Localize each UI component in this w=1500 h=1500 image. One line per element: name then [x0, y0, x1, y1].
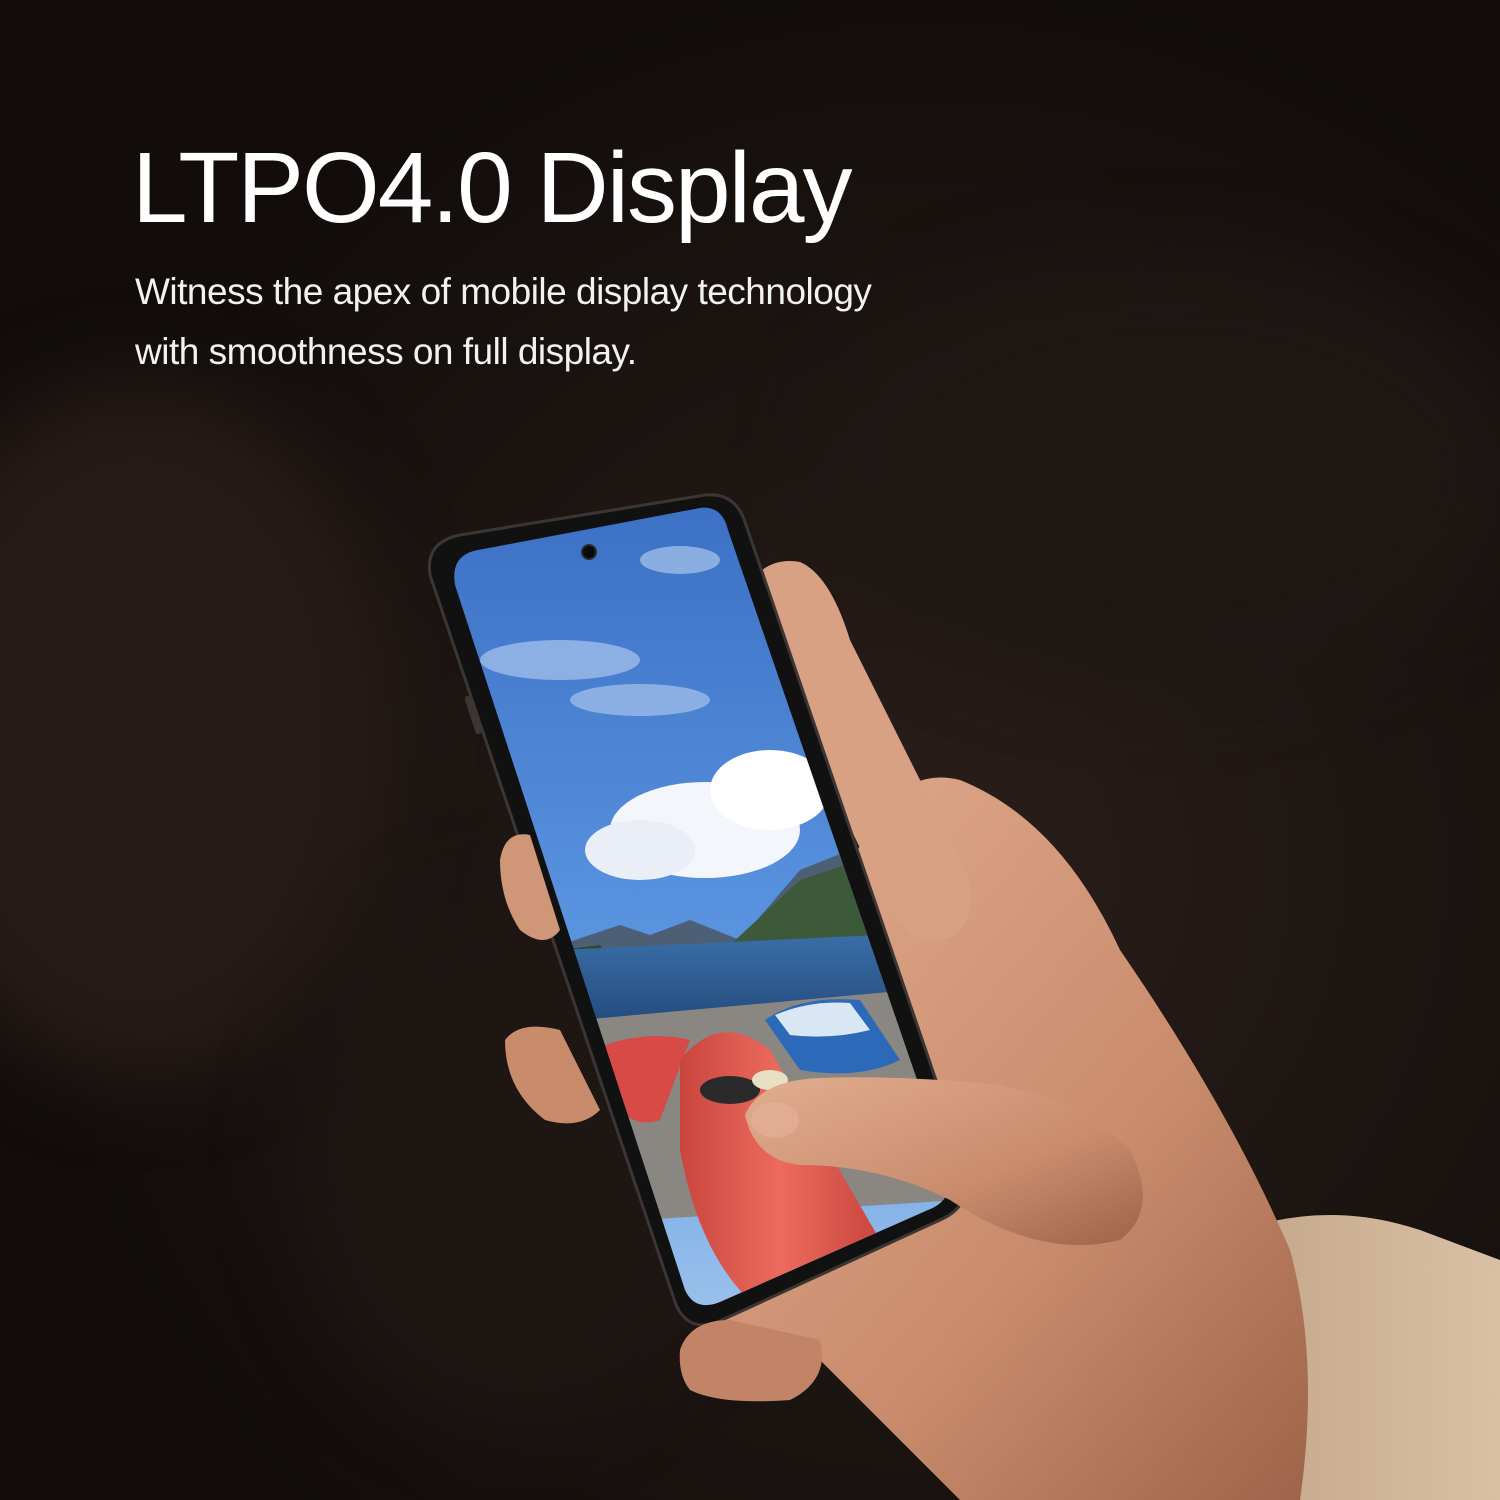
headline: LTPO4.0 Display: [132, 132, 852, 244]
subline-line-2: with smoothness on full display.: [135, 331, 637, 372]
subline-line-1: Witness the apex of mobile display techn…: [135, 271, 872, 312]
product-banner: LTPO4.0 Display Witness the apex of mobi…: [0, 0, 1500, 1500]
front-camera-icon: [581, 544, 597, 560]
